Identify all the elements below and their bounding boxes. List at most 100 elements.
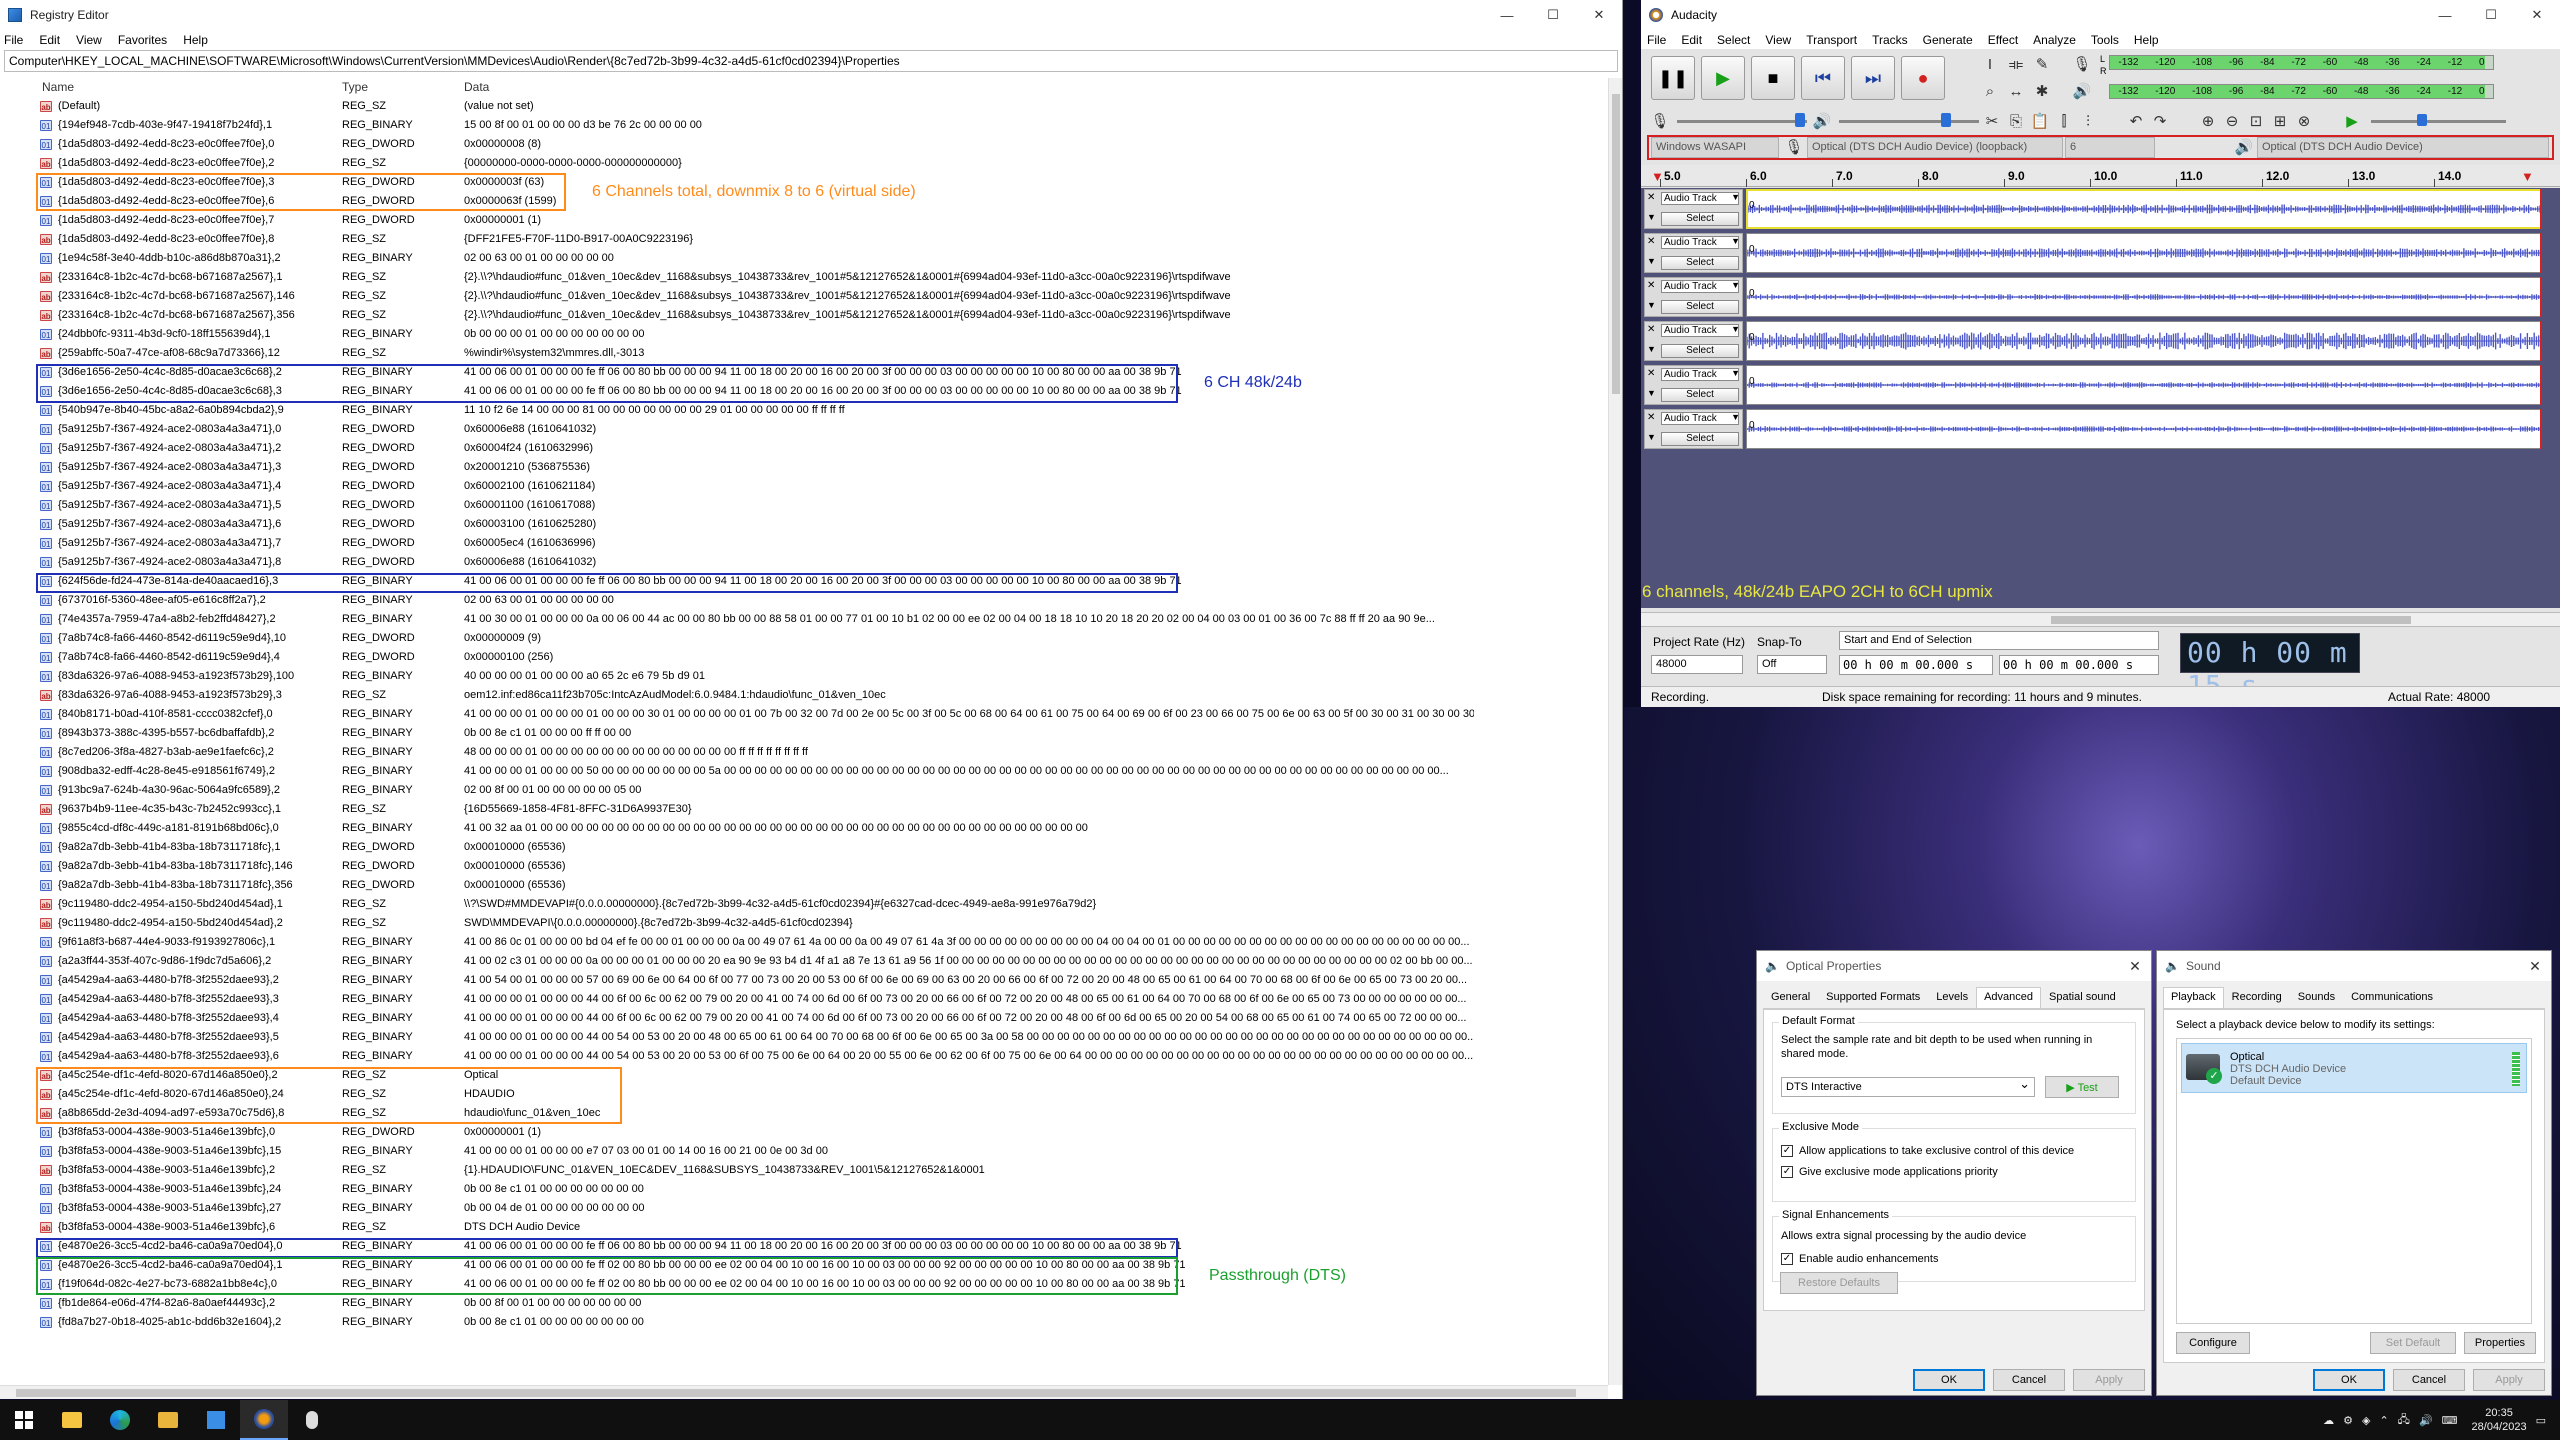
track-name-button[interactable]: Audio Track [1661,324,1739,337]
track-name-button[interactable]: Audio Track [1661,412,1739,425]
address-bar[interactable]: Computer\HKEY_LOCAL_MACHINE\SOFTWARE\Mic… [4,50,1618,72]
registry-value-row[interactable]: 01 {5a9125b7-f367-4924-ace2-0803a4a3a471}… [36,439,1608,458]
track-select-button[interactable]: Select [1661,212,1739,226]
language-icon[interactable]: ⌨ [2442,1414,2458,1427]
registry-value-row[interactable]: 01 {b3f8fa53-0004-438e-9003-51a46e139bfc}… [36,1199,1608,1218]
collapse-icon[interactable]: ▼ [1647,432,1656,442]
registry-value-row[interactable]: 01 {9a82a7db-3ebb-41b4-83ba-18b7311718fc}… [36,838,1608,857]
registry-value-row[interactable]: 01 {24dbb0fc-9311-4b3d-9cf0-18ff155639d4}… [36,325,1608,344]
menu-generate[interactable]: Generate [1923,33,1973,47]
multi-tool-icon[interactable]: ✱ [2031,80,2053,102]
pause-button[interactable]: ❚❚ [1651,56,1695,100]
registry-value-row[interactable]: ab {233164c8-1b2c-4c7d-bc68-b671687a2567}… [36,268,1608,287]
tab-levels[interactable]: Levels [1928,987,1976,1008]
menu-select[interactable]: Select [1717,33,1750,47]
registry-value-row[interactable]: 01 {8c7ed206-3f8a-4827-b3ab-ae9e1faefc6c}… [36,743,1608,762]
notifications-icon[interactable]: ▭ [2536,1414,2546,1427]
registry-value-row[interactable]: 01 {540b947e-8b40-45bc-a8a2-6a0b894cbda2}… [36,401,1608,420]
registry-value-row[interactable]: ab (Default) REG_SZ (value not set) [36,97,1608,116]
selection-end-time[interactable]: 00 h 00 m 00.000 s [1999,655,2159,675]
close-icon[interactable]: ✕ [1576,0,1622,30]
registry-value-row[interactable]: 01 {9a82a7db-3ebb-41b4-83ba-18b7311718fc}… [36,857,1608,876]
menu-analyze[interactable]: Analyze [2033,33,2076,47]
track-menu-chevron-icon[interactable]: ▼ [1731,192,1740,202]
registry-value-row[interactable]: 01 {a45429a4-aa63-4480-b7f8-3f2552daee93}… [36,990,1608,1009]
track-menu-chevron-icon[interactable]: ▼ [1731,280,1740,290]
trim-icon[interactable]: ⫿ [2053,110,2075,132]
exclusive-priority-checkbox[interactable]: ✓ Give exclusive mode applications priori… [1781,1166,1998,1178]
collapse-icon[interactable]: ▼ [1647,300,1656,310]
windows-start-icon[interactable] [0,1400,48,1440]
record-button[interactable]: ● [1901,56,1945,100]
timeline-ruler[interactable]: ▼ ▼ 5.0 6.0 7.0 8.0 9.0 10.0 11.0 12.0 13.0 14.0 [1641,165,2560,187]
cancel-button[interactable]: Cancel [1993,1369,2065,1391]
registry-value-row[interactable]: 01 {913bc9a7-624b-4a30-96ac-5064a9fc6589}… [36,781,1608,800]
track-horizontal-scrollbar[interactable] [1641,612,2560,626]
registry-value-row[interactable]: 01 {7a8b74c8-fa66-4460-8542-d6119c59e9d4}… [36,648,1608,667]
record-meter[interactable]: -132 -120 -108 -96 -84 -72 -60 -48 -36 -24 -12 0 [2109,55,2494,70]
registry-value-row[interactable]: 01 {5a9125b7-f367-4924-ace2-0803a4a3a471}… [36,458,1608,477]
security-icon[interactable]: ◈ [2362,1414,2370,1427]
registry-value-row[interactable]: ab {b3f8fa53-0004-438e-9003-51a46e139bfc}… [36,1218,1608,1237]
vertical-scrollbar[interactable] [1608,78,1622,1385]
playback-device-select[interactable]: Optical (DTS DCH Audio Device) [2257,137,2549,158]
registry-value-row[interactable]: 01 {1e94c58f-3e40-4ddb-b10c-a86d8b870a31}… [36,249,1608,268]
snap-to-select[interactable]: Off [1757,655,1827,674]
properties-button[interactable]: Properties [2464,1332,2536,1354]
registry-value-row[interactable]: 01 {9a82a7db-3ebb-41b4-83ba-18b7311718fc}… [36,876,1608,895]
file-explorer-pinned-icon[interactable] [48,1400,96,1440]
record-meter-mic-icon[interactable]: 🎙 [2071,53,2093,75]
zoom-tool-icon[interactable]: ⌕ [1979,80,2001,102]
waveform-view[interactable] [1746,277,2542,317]
close-icon[interactable]: ✕ [2519,958,2551,975]
registry-value-row[interactable]: 01 {a45429a4-aa63-4480-b7f8-3f2552daee93}… [36,971,1608,990]
registry-value-row[interactable]: 01 {83da6326-97a6-4088-9453-a1923f573b29}… [36,667,1608,686]
registry-value-row[interactable]: ab {9c119480-ddc2-4954-a150-5bd240d454ad}… [36,895,1608,914]
track-close-icon[interactable]: ✕ [1647,236,1655,247]
tab-sounds[interactable]: Sounds [2290,987,2343,1008]
registry-value-row[interactable]: ab {1da5d803-d492-4edd-8c23-e0c0ffee7f0e}… [36,230,1608,249]
registry-value-row[interactable]: 01 {9f61a8f3-b687-44e4-9033-f9193927806c}… [36,933,1608,952]
track-name-button[interactable]: Audio Track [1661,280,1739,293]
track-name-button[interactable]: Audio Track [1661,236,1739,249]
fit-project-icon[interactable]: ⊞ [2269,110,2291,132]
waveform-view[interactable] [1746,321,2542,361]
timeshift-tool-icon[interactable]: ↔ [2005,80,2027,102]
registry-value-row[interactable]: 01 {a45429a4-aa63-4480-b7f8-3f2552daee93}… [36,1028,1608,1047]
waveform-view[interactable] [1746,409,2542,449]
waveform-view[interactable] [1746,189,2542,229]
edge-browser-icon[interactable] [96,1400,144,1440]
play-at-speed-icon[interactable]: ▶ [2341,110,2363,132]
copy-icon[interactable]: ⎘ [2005,110,2027,132]
configure-button[interactable]: Configure [2176,1332,2250,1354]
registry-value-row[interactable]: 01 {74e4357a-7959-47a4-a8b2-feb2ffd48427}… [36,610,1608,629]
menu-transport[interactable]: Transport [1806,33,1857,47]
registry-value-row[interactable]: 01 {8943b373-388c-4395-b557-bc6dbaffafdb}… [36,724,1608,743]
registry-value-row[interactable]: 01 {b3f8fa53-0004-438e-9003-51a46e139bfc}… [36,1142,1608,1161]
enable-enhancements-checkbox[interactable]: ✓ Enable audio enhancements [1781,1253,1938,1265]
stop-button[interactable]: ■ [1751,56,1795,100]
collapse-icon[interactable]: ▼ [1647,344,1656,354]
registry-value-row[interactable]: ab {9c119480-ddc2-4954-a150-5bd240d454ad}… [36,914,1608,933]
silence-icon[interactable]: ⫶ [2077,110,2099,132]
onedrive-icon[interactable]: ☁ [2323,1414,2334,1427]
registry-value-row[interactable]: 01 {5a9125b7-f367-4924-ace2-0803a4a3a471}… [36,496,1608,515]
collapse-icon[interactable]: ▼ [1647,212,1656,222]
track-menu-chevron-icon[interactable]: ▼ [1731,368,1740,378]
registry-app-icon[interactable] [192,1400,240,1440]
track-select-button[interactable]: Select [1661,388,1739,402]
collapse-icon[interactable]: ▼ [1647,256,1656,266]
track-select-button[interactable]: Select [1661,344,1739,358]
collapse-icon[interactable]: ▼ [1647,388,1656,398]
registry-value-row[interactable]: 01 {fd8a7b27-0b18-4025-ab1c-bdd6b32e1604}… [36,1313,1608,1332]
audacity-app-icon[interactable] [240,1400,288,1440]
selection-start-time[interactable]: 00 h 00 m 00.000 s [1839,655,1993,675]
registry-value-row[interactable]: 01 {5a9125b7-f367-4924-ace2-0803a4a3a471}… [36,477,1608,496]
apply-button[interactable]: Apply [2473,1369,2545,1391]
zoom-toggle-icon[interactable]: ⊗ [2293,110,2315,132]
selection-mode-select[interactable]: Start and End of Selection [1839,631,2159,650]
test-button[interactable]: ▶ Test [2045,1076,2119,1098]
ok-button[interactable]: OK [1913,1369,1985,1391]
record-volume-thumb[interactable] [1795,113,1805,127]
steam-icon[interactable]: ⚙ [2343,1414,2353,1427]
